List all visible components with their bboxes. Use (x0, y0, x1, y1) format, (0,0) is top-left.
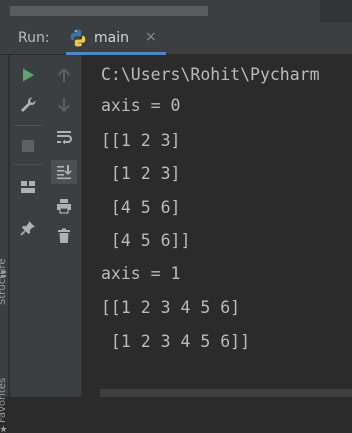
console-line: C:\Users\Rohit\Pycharm (101, 65, 320, 84)
stop-button[interactable] (16, 134, 40, 158)
console-horizontal-scrollbar[interactable] (100, 389, 352, 397)
clear-all-button[interactable] (52, 224, 76, 248)
top-scroll-area (0, 0, 352, 22)
run-icon (23, 68, 34, 82)
restore-layout-button[interactable] (16, 175, 40, 199)
top-right-corner (320, 0, 352, 22)
wrench-icon (21, 97, 36, 112)
trash-icon (58, 228, 70, 243)
previous-occurrence-button[interactable] (52, 63, 76, 87)
run-toolbar-secondary (46, 55, 82, 397)
close-tab-icon[interactable]: × (145, 29, 157, 45)
settings-button[interactable] (16, 93, 40, 117)
scroll-to-end-button[interactable] (51, 160, 77, 184)
python-icon (68, 28, 88, 48)
run-tool-window-header: Run: main × (0, 22, 352, 55)
run-toolbar-primary (10, 55, 46, 397)
toolbar-separator (14, 164, 42, 165)
left-tool-strip: Structure Favorites (0, 55, 9, 433)
console-line: [1 2 3 4 5 6]] (101, 332, 251, 351)
console-line: [1 2 3] (101, 164, 181, 183)
next-occurrence-button[interactable] (52, 93, 76, 117)
stop-icon (22, 140, 34, 152)
arrow-up-icon (58, 68, 70, 82)
pin-tab-button[interactable] (16, 216, 40, 240)
print-button[interactable] (52, 194, 76, 218)
soft-wrap-icon (57, 131, 72, 144)
arrow-down-icon (58, 98, 70, 112)
pin-icon (20, 221, 35, 236)
favorites-tool-label[interactable]: Favorites (0, 378, 8, 423)
console-line: [4 5 6]] (101, 231, 191, 250)
run-label: Run: (18, 30, 50, 46)
scroll-to-end-icon (57, 165, 72, 180)
console-output[interactable]: C:\Users\Rohit\Pycharm axis = 0 [[1 2 3]… (82, 55, 352, 397)
print-icon (57, 199, 71, 214)
console-line: [4 5 6] (101, 198, 181, 217)
console-line: [[1 2 3 4 5 6] (101, 298, 241, 317)
run-tab-main[interactable]: main × (66, 22, 166, 55)
soft-wrap-button[interactable] (52, 125, 76, 149)
rerun-button[interactable] (16, 63, 40, 87)
console-line: axis = 0 (101, 96, 181, 115)
layout-icon (21, 181, 35, 193)
favorites-icon[interactable] (0, 425, 7, 433)
console-line: [[1 2 3] (101, 131, 181, 150)
toolbar-separator (14, 125, 42, 126)
console-line: axis = 1 (101, 264, 181, 283)
structure-tool-label[interactable]: Structure (0, 258, 8, 305)
top-horizontal-scrollbar[interactable] (10, 6, 208, 16)
run-tab-title: main (94, 30, 129, 46)
